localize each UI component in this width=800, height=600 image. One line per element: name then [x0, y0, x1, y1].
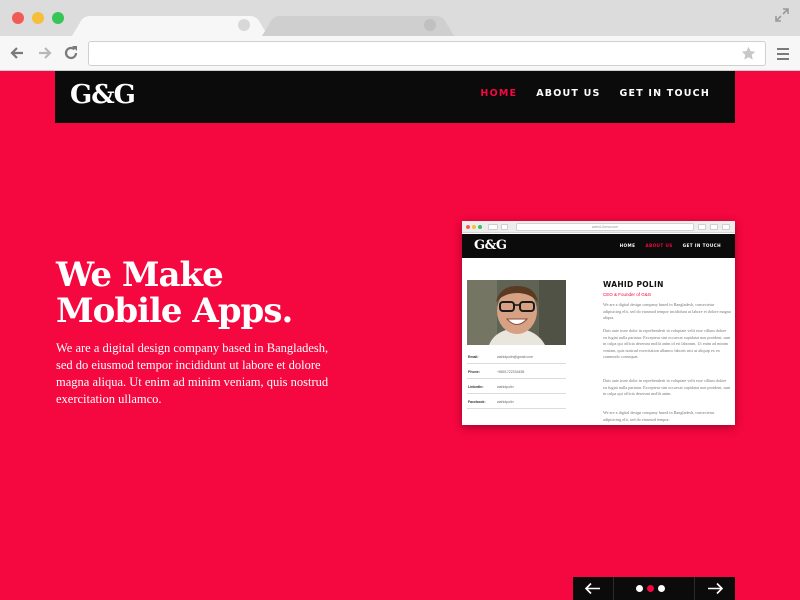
hero-title: We Make Mobile Apps.	[56, 257, 416, 329]
arrow-left-icon	[584, 582, 600, 595]
mockup-site-header: G&G HOME ABOUT US GET IN TOUCH	[462, 234, 735, 258]
profile-name: WAHID POLIN	[603, 280, 664, 289]
mockup-share-button	[698, 224, 706, 230]
site-nav: HOME ABOUT US GET IN TOUCH	[480, 88, 710, 99]
slider-dot-active[interactable]	[647, 585, 654, 592]
mockup-minimize-dot	[472, 225, 476, 229]
browser-chrome	[0, 0, 800, 71]
slider-prev-button[interactable]	[573, 577, 613, 600]
back-arrow-icon[interactable]	[8, 44, 26, 62]
mockup-browser-chrome: wahid-lloma.com	[462, 221, 735, 233]
hero-title-line-1: We Make	[56, 255, 224, 295]
arrow-right-icon	[708, 582, 724, 595]
webpage-viewport: G&G HOME ABOUT US GET IN TOUCH We Make M…	[0, 71, 800, 600]
contact-row: Email: wahidpolin@gmail.com	[467, 349, 566, 364]
mockup-nav-home: HOME	[619, 243, 636, 248]
contact-row: Phone: +8801722334455	[467, 364, 566, 379]
nav-link-about-us[interactable]: ABOUT US	[536, 88, 600, 99]
maximize-window-button[interactable]	[52, 12, 64, 24]
close-window-button[interactable]	[12, 12, 24, 24]
hamburger-menu-icon[interactable]	[776, 47, 790, 61]
slider-divider	[613, 577, 614, 600]
bookmark-star-icon[interactable]	[740, 45, 757, 62]
slider-pagination	[636, 585, 665, 592]
minimize-window-button[interactable]	[32, 12, 44, 24]
slider-next-button[interactable]	[695, 577, 735, 600]
contact-value: wahidpolin@gmail.com	[497, 355, 534, 359]
mockup-tabs-button	[710, 224, 718, 230]
smiling-person-image	[467, 280, 566, 345]
slider-controls	[573, 577, 735, 600]
mockup-logo: G&G	[474, 238, 507, 253]
hero-title-line-2: Mobile Apps.	[56, 291, 293, 331]
mockup-nav-get-in-touch: GET IN TOUCH	[682, 243, 721, 248]
forward-arrow-icon[interactable]	[36, 44, 54, 62]
tab-close-button[interactable]	[424, 19, 436, 31]
profile-photo	[467, 280, 566, 345]
tab-strip	[0, 0, 800, 36]
address-bar[interactable]	[88, 41, 766, 66]
profile-paragraph: Duis aute irure dolor in reprehenderit i…	[603, 378, 731, 396]
mockup-nav-about-us: ABOUT US	[645, 243, 673, 248]
hero-description: We are a digital design company based in…	[56, 341, 329, 406]
nav-link-get-in-touch[interactable]: GET IN TOUCH	[620, 88, 710, 99]
contact-label: LinkedIn:	[468, 385, 484, 389]
contact-value: wahidpolin	[497, 385, 514, 389]
contact-value: +8801722334455	[497, 370, 525, 374]
profile-paragraph: We are a digital design company based in…	[603, 302, 731, 320]
mockup-maximize-dot	[478, 225, 482, 229]
mockup-nav-buttons	[488, 224, 498, 230]
mockup-url-bar: wahid-lloma.com	[516, 223, 694, 231]
profile-role: CEO & Founder of G&G	[603, 292, 652, 297]
profile-page-mockup: wahid-lloma.com G&G HOME ABOUT US GET IN…	[462, 221, 735, 425]
nav-link-home[interactable]: HOME	[480, 88, 517, 99]
mockup-nav: HOME ABOUT US GET IN TOUCH	[620, 243, 721, 248]
contact-row: LinkedIn: wahidpolin	[467, 379, 566, 394]
slider-dot[interactable]	[658, 585, 665, 592]
browser-toolbar	[0, 36, 800, 71]
site-header: G&G HOME ABOUT US GET IN TOUCH	[55, 71, 735, 123]
contact-label: Phone:	[468, 370, 480, 374]
contact-row: Facebook: wahidpolin	[467, 394, 566, 409]
browser-tab-inactive[interactable]	[262, 12, 454, 36]
slider-dot[interactable]	[636, 585, 643, 592]
profile-paragraph: Duis aute irure dolor in reprehenderit i…	[603, 328, 731, 359]
profile-paragraph: We are a digital design company based in…	[603, 410, 715, 422]
contact-label: Email:	[468, 355, 479, 359]
contact-label: Facebook:	[468, 400, 486, 404]
contact-value: wahidpolin	[497, 400, 514, 404]
mockup-sidebar-button	[501, 224, 508, 230]
browser-tab-active[interactable]	[72, 12, 268, 36]
fullscreen-icon[interactable]	[774, 7, 790, 23]
url-input[interactable]	[97, 45, 727, 62]
reload-icon[interactable]	[62, 44, 80, 62]
contact-info-table: Email: wahidpolin@gmail.com Phone: +8801…	[467, 349, 566, 409]
mockup-add-tab-button	[722, 224, 730, 230]
site-logo[interactable]: G&G	[70, 80, 136, 110]
mockup-close-dot	[466, 225, 470, 229]
tab-close-button[interactable]	[238, 19, 250, 31]
